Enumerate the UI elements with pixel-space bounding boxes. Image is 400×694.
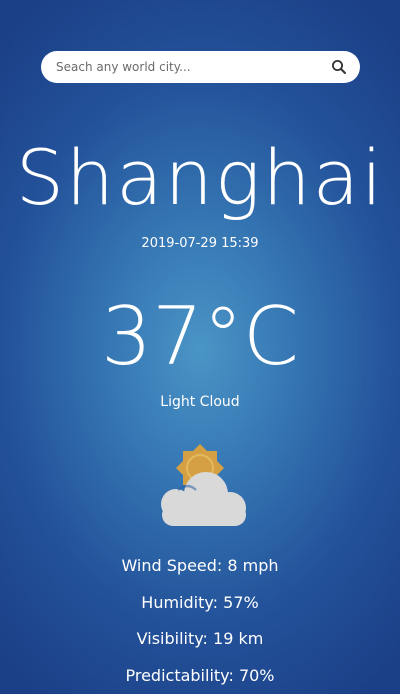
wind-speed: Wind Speed: 8 mph <box>121 556 279 575</box>
temperature: 37°C <box>101 290 299 383</box>
date-time: 2019-07-29 15:39 <box>141 236 259 251</box>
visibility: Visibility: 19 km <box>136 629 264 648</box>
search-icon[interactable] <box>331 59 347 75</box>
humidity: Humidity: 57% <box>141 593 259 612</box>
light-cloud-icon <box>148 428 252 532</box>
search-input[interactable] <box>56 51 316 83</box>
weather-condition: Light Cloud <box>160 394 240 410</box>
predictability: Predictability: 70% <box>125 666 275 685</box>
city-name: Shanghai <box>15 133 385 222</box>
search-bar[interactable] <box>41 51 360 83</box>
